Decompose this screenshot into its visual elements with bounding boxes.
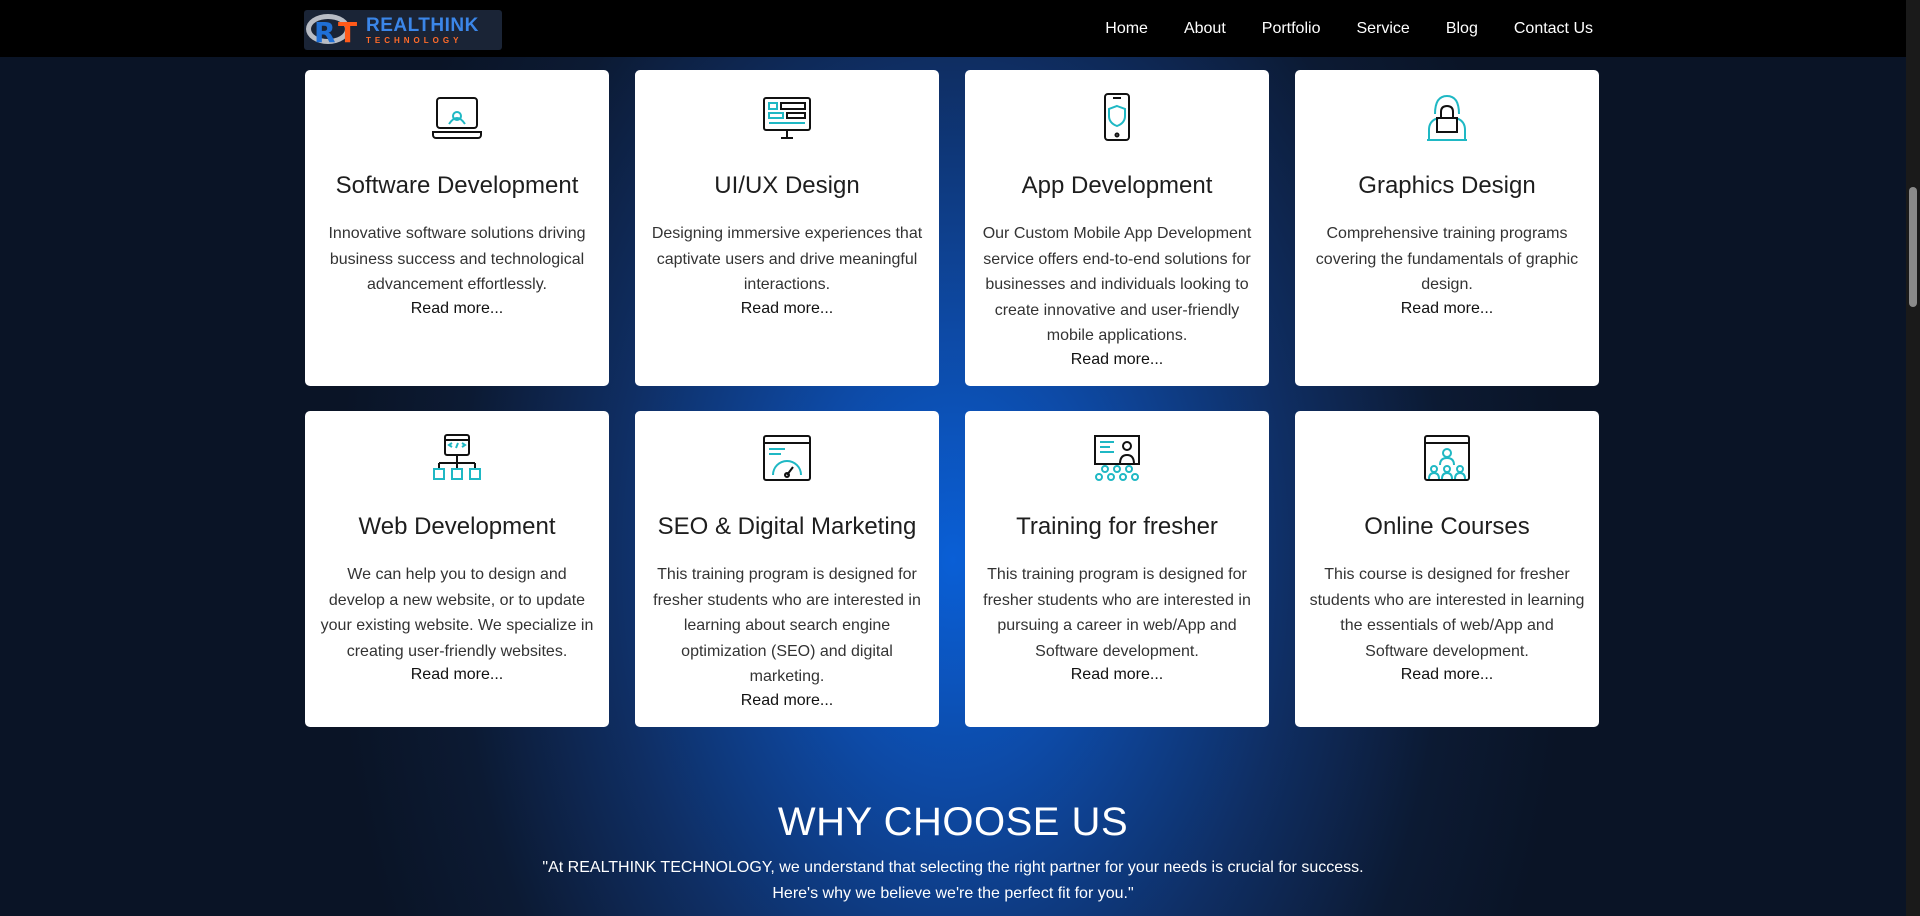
monitor-layout-icon (635, 92, 939, 144)
read-more-link[interactable]: Read more... (305, 300, 609, 318)
read-more-link[interactable]: Read more... (965, 666, 1269, 684)
navbar: R T REALTHINK TECHNOLOGY Home About Port… (0, 0, 1906, 57)
smartphone-icon (965, 92, 1269, 144)
service-card-web-development: Web Development We can help you to desig… (305, 411, 609, 727)
card-title: SEO & Digital Marketing (657, 513, 917, 540)
read-more-link[interactable]: Read more... (635, 692, 939, 710)
service-card-software-development: Software Development Innovative software… (305, 70, 609, 386)
section-intro: "At REALTHINK TECHNOLOGY, we understand … (0, 855, 1906, 907)
card-description: This course is designed for fresher stud… (1309, 566, 1585, 660)
card-title: App Development (1021, 172, 1213, 199)
nav-blog[interactable]: Blog (1446, 20, 1478, 38)
card-description: This training program is designed for fr… (653, 566, 921, 685)
read-more-link[interactable]: Read more... (1295, 300, 1599, 318)
nav-home[interactable]: Home (1105, 20, 1148, 38)
service-card-seo-digital-marketing: SEO & Digital Marketing This training pr… (635, 411, 939, 727)
card-description: Innovative software solutions driving bu… (328, 225, 586, 293)
intro-line-1: "At REALTHINK TECHNOLOGY, we understand … (542, 859, 1364, 876)
service-card-graphics-design: Graphics Design Comprehensive training p… (1295, 70, 1599, 386)
classroom-icon (965, 433, 1269, 485)
why-choose-us-section: WHY CHOOSE US "At REALTHINK TECHNOLOGY, … (0, 800, 1906, 907)
card-title: UI/UX Design (714, 172, 860, 199)
scrollbar[interactable] (1906, 0, 1920, 916)
card-description: Comprehensive training programs covering… (1315, 225, 1579, 293)
card-description: This training program is designed for fr… (983, 566, 1251, 660)
service-card-training-for-fresher: Training for fresher This training progr… (965, 411, 1269, 727)
read-more-link[interactable]: Read more... (965, 351, 1269, 369)
laptop-icon (305, 92, 609, 144)
nav-menu: Home About Portfolio Service Blog Contac… (1105, 0, 1593, 57)
service-card-online-courses: Online Courses This course is designed f… (1295, 411, 1599, 727)
scrollbar-thumb[interactable] (1909, 187, 1917, 307)
nav-portfolio[interactable]: Portfolio (1262, 20, 1321, 38)
speed-gauge-icon (635, 433, 939, 485)
card-title: Training for fresher (1016, 513, 1218, 540)
card-title: Software Development (335, 172, 579, 199)
card-description: Our Custom Mobile App Development servic… (982, 225, 1252, 344)
nav-contact-us[interactable]: Contact Us (1514, 20, 1593, 38)
read-more-link[interactable]: Read more... (305, 666, 609, 684)
nav-service[interactable]: Service (1356, 20, 1409, 38)
brand-subtitle: TECHNOLOGY (366, 35, 463, 45)
read-more-link[interactable]: Read more... (1295, 666, 1599, 684)
brand-name: REALTHINK (366, 14, 479, 36)
card-title: Online Courses (1364, 513, 1530, 540)
card-description: Designing immersive experiences that cap… (651, 225, 923, 293)
card-title: Graphics Design (1358, 172, 1536, 199)
logo-letter-t: T (338, 16, 358, 49)
code-network-icon (305, 433, 609, 485)
intro-line-2: Here's why we believe we're the perfect … (772, 885, 1134, 902)
service-card-ui-ux-design: UI/UX Design Designing immersive experie… (635, 70, 939, 386)
card-title: Web Development (358, 513, 556, 540)
section-title: WHY CHOOSE US (777, 800, 1129, 844)
brand-logo[interactable]: R T REALTHINK TECHNOLOGY (304, 10, 502, 50)
hacker-icon (1295, 92, 1599, 144)
service-card-app-development: App Development Our Custom Mobile App De… (965, 70, 1269, 386)
logo-mark-icon: R T (304, 10, 366, 50)
read-more-link[interactable]: Read more... (635, 300, 939, 318)
card-description: We can help you to design and develop a … (320, 566, 594, 660)
logo-letter-r: R (314, 16, 336, 49)
nav-about[interactable]: About (1184, 20, 1226, 38)
online-course-icon (1295, 433, 1599, 485)
